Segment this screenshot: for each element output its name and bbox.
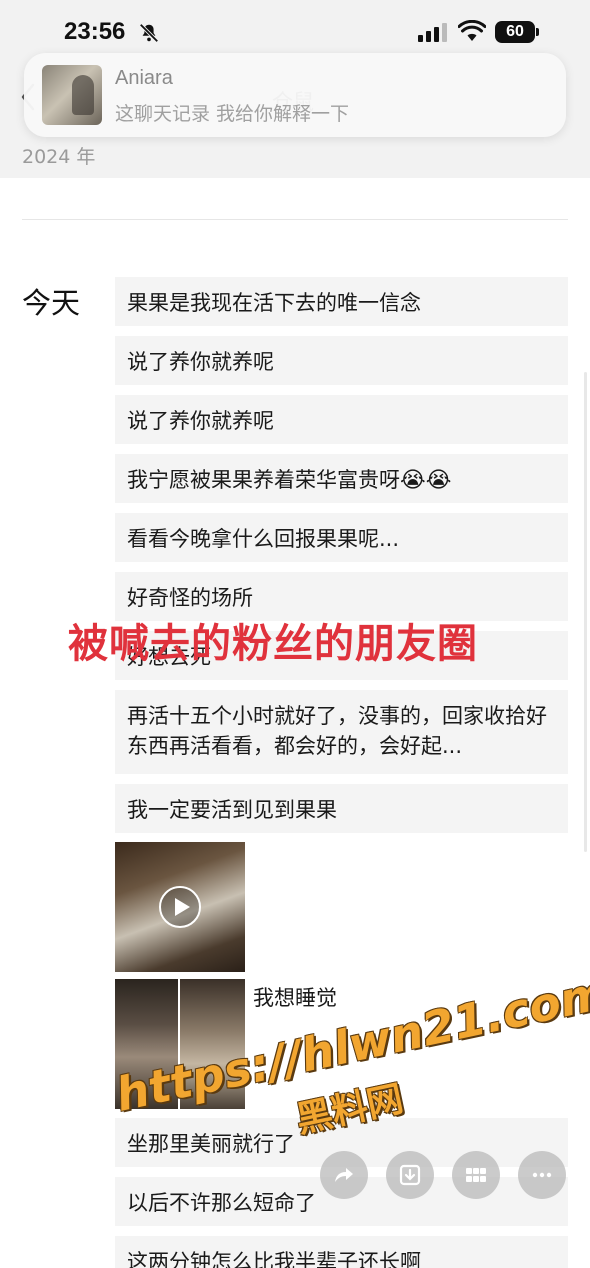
battery-icon: 60	[495, 21, 539, 43]
notification-banner[interactable]: Aniara 这聊天记录 我给你解释一下	[24, 53, 566, 137]
signal-icon	[418, 23, 447, 42]
overlay-caption: 被喊去的粉丝的朋友圈	[68, 621, 478, 667]
moment-post[interactable]: 再活十五个小时就好了，没事的，回家收拾好东西再活看看，都会好的，会好起...	[115, 690, 568, 774]
post-text: 我一定要活到见到果果	[127, 798, 337, 822]
crying-emoji: 😭😭	[400, 468, 452, 493]
post-text: 说了养你就养呢	[127, 350, 274, 374]
post-text: 果果是我现在活下去的唯一信念	[127, 291, 421, 315]
scrollbar[interactable]	[584, 372, 587, 852]
status-time: 23:56	[64, 18, 126, 45]
divider	[22, 219, 568, 220]
post-text: 以后不许那么短命了	[127, 1191, 316, 1215]
year-label: 2024 年	[22, 146, 96, 168]
notification-sender: Aniara	[115, 67, 173, 89]
post-text: 这两分钟怎么比我半辈子还长啊	[127, 1250, 421, 1268]
moment-post[interactable]: 看看今晚拿什么回报果果呢...	[115, 513, 568, 562]
post-text: 看看今晚拿什么回报果果呢...	[127, 527, 400, 551]
date-label: 今天	[22, 286, 81, 320]
post-text: 我宁愿被果果养着荣华富贵呀	[127, 468, 400, 492]
notification-message: 这聊天记录 我给你解释一下	[115, 103, 350, 125]
post-text: 说了养你就养呢	[127, 409, 274, 433]
more-button[interactable]	[518, 1151, 566, 1199]
grid-icon	[466, 1168, 486, 1182]
post-text: 再活十五个小时就好了，没事的，回家收拾好东西再活看看，都会好的，会好起...	[127, 704, 547, 758]
moment-post[interactable]: 我一定要活到见到果果	[115, 784, 568, 833]
moment-post[interactable]: 这两分钟怎么比我半辈子还长啊	[115, 1236, 568, 1268]
battery-level: 60	[506, 23, 524, 40]
download-button[interactable]	[386, 1151, 434, 1199]
share-button[interactable]	[320, 1151, 368, 1199]
moment-post[interactable]: 说了养你就养呢	[115, 395, 568, 444]
moment-post[interactable]: 我宁愿被果果养着荣华富贵呀😭😭	[115, 454, 568, 503]
download-icon	[399, 1164, 421, 1186]
video-thumbnail[interactable]	[115, 842, 245, 972]
bell-slash-icon	[139, 23, 159, 43]
sender-avatar	[42, 65, 102, 125]
moment-post[interactable]: 果果是我现在活下去的唯一信念	[115, 277, 568, 326]
status-bar: 23:56 60	[0, 0, 590, 60]
post-text: 好奇怪的场所	[127, 586, 253, 610]
wifi-icon	[458, 20, 486, 41]
share-icon	[335, 1168, 353, 1182]
moment-post[interactable]: 说了养你就养呢	[115, 336, 568, 385]
more-icon	[532, 1172, 552, 1178]
grid-button[interactable]	[452, 1151, 500, 1199]
play-icon	[159, 886, 201, 928]
